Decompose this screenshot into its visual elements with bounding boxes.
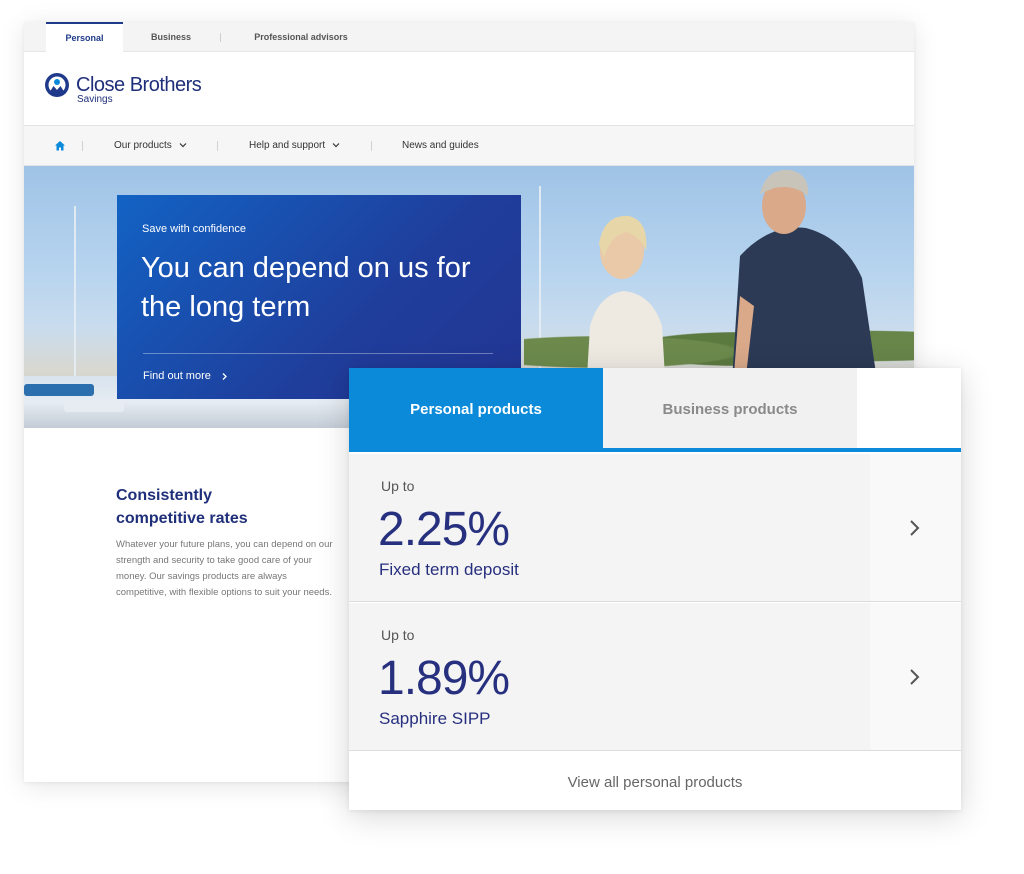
tab-business[interactable]: Business [136, 22, 206, 52]
intro-heading: Consistently competitive rates [116, 487, 248, 527]
rate-row-fixed-term-deposit[interactable]: Up to 2.25% Fixed term deposit [349, 454, 961, 602]
chevron-down-icon [332, 143, 340, 148]
chevron-right-icon [222, 372, 227, 380]
nav-item-label: Help and support [249, 140, 326, 151]
nav-item-news-and-guides[interactable]: News and guides [402, 126, 479, 166]
nav-separator [217, 141, 218, 151]
close-brothers-logo-icon[interactable] [44, 72, 70, 98]
home-icon[interactable] [54, 140, 66, 152]
tab-separator [220, 33, 221, 42]
rate-product-name: Sapphire SIPP [379, 709, 491, 728]
products-rates-panel: Personal products Business products Up t… [349, 368, 961, 810]
tab-personal-products[interactable]: Personal products [349, 368, 603, 448]
tab-professional-advisors[interactable]: Professional advisors [236, 22, 366, 52]
audience-tabs: Personal Business Professional advisors [24, 22, 914, 53]
rate-product-name: Fixed term deposit [379, 560, 519, 579]
nav-separator [371, 141, 372, 151]
brand-name[interactable]: Close Brothers [76, 74, 202, 96]
nav-item-our-products[interactable]: Our products [114, 126, 188, 166]
nav-separator [82, 141, 83, 151]
find-out-more-link[interactable]: Find out more [143, 370, 229, 382]
tab-business-products[interactable]: Business products [603, 368, 857, 448]
hero-title: You can depend on us for the long term [141, 252, 471, 323]
rate-row-sapphire-sipp[interactable]: Up to 1.89% Sapphire SIPP [349, 603, 961, 751]
chevron-right-icon[interactable] [904, 517, 924, 539]
chevron-down-icon [179, 143, 187, 148]
main-nav: Our products Help and support News and g… [24, 126, 914, 166]
nav-item-label: Our products [114, 140, 172, 151]
rate-prefix: Up to [381, 627, 415, 643]
hero-eyebrow: Save with confidence [142, 223, 246, 235]
site-header: Close Brothers Savings [24, 52, 914, 126]
rate-value: 2.25% [378, 503, 510, 556]
intro-body: Whatever your future plans, you can depe… [116, 539, 333, 598]
rate-value: 1.89% [378, 652, 510, 705]
chevron-right-icon[interactable] [904, 666, 924, 688]
find-out-more-label: Find out more [143, 370, 211, 382]
tab-personal[interactable]: Personal [46, 22, 123, 53]
nav-item-help-and-support[interactable]: Help and support [249, 126, 341, 166]
hero-divider [143, 353, 493, 354]
view-all-personal-products-link[interactable]: View all personal products [349, 752, 961, 810]
boat-decoration [24, 384, 94, 396]
mast-decoration [74, 206, 76, 376]
active-tab-underline [349, 448, 961, 452]
nav-item-label: News and guides [402, 140, 479, 151]
boat-decoration [64, 400, 124, 412]
rate-prefix: Up to [381, 478, 415, 494]
brand-subtitle: Savings [77, 94, 113, 105]
